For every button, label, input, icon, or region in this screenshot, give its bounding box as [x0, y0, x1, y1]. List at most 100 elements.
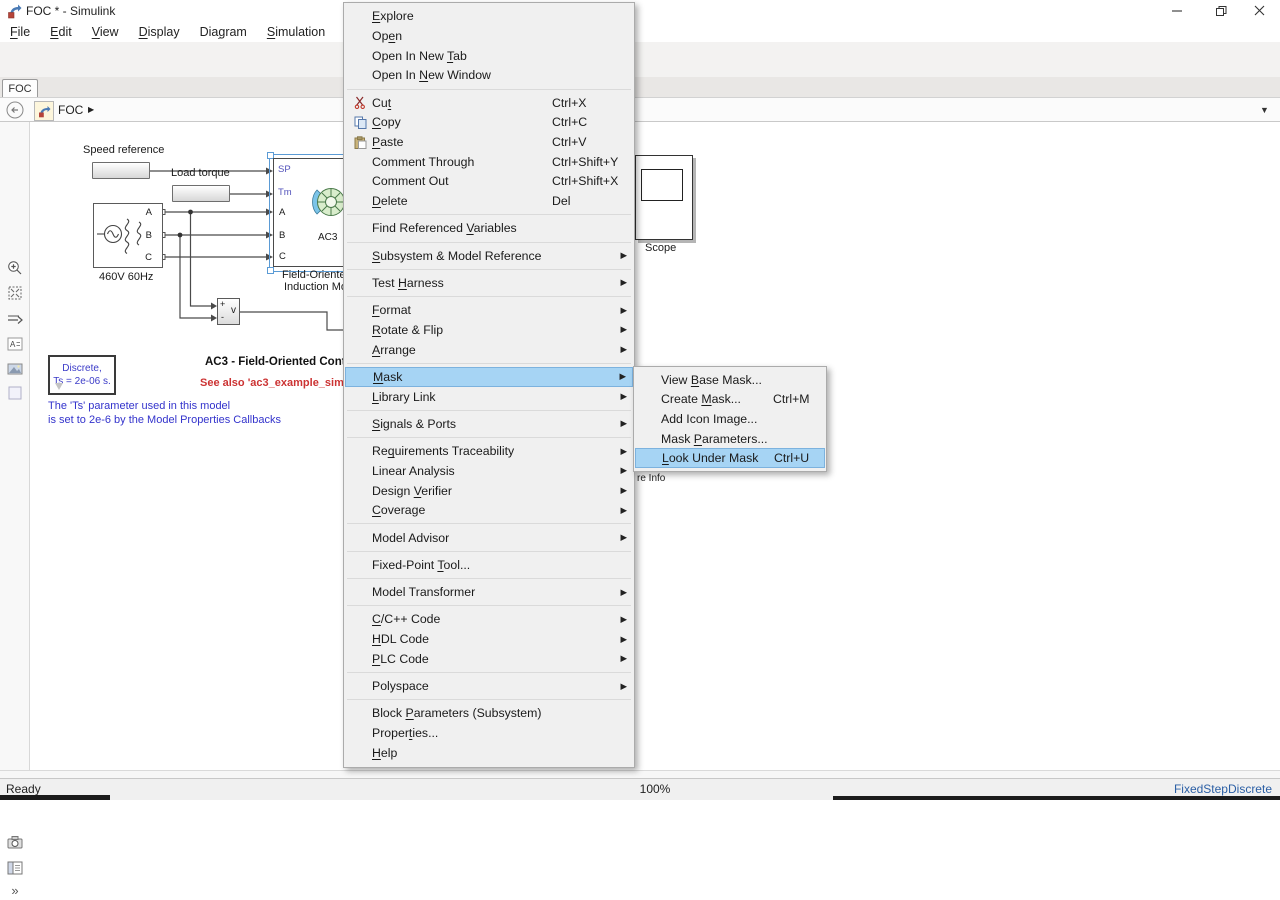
menu-item-copy[interactable]: CopyCtrl+C [345, 113, 633, 133]
submenu-arrow-icon: ▶ [615, 250, 627, 261]
taskbar-fragment [833, 796, 1280, 800]
menu-item-shortcut: Ctrl+M [773, 392, 810, 406]
menu-item-coverage[interactable]: Coverage▶ [345, 500, 633, 520]
screenshot-button[interactable] [5, 832, 25, 852]
tab-foc[interactable]: FOC [2, 79, 38, 98]
breadcrumb-model-name[interactable]: FOC [58, 103, 83, 117]
menu-item-subsystem-model-reference[interactable]: Subsystem & Model Reference▶ [345, 246, 633, 266]
menu-item-find-referenced-variables[interactable]: Find Referenced Variables [345, 219, 633, 239]
menu-item-explore[interactable]: Explore [345, 7, 633, 27]
menu-item-rotate-flip[interactable]: Rotate & Flip▶ [345, 320, 633, 340]
menu-item-linear-analysis[interactable]: Linear Analysis▶ [345, 461, 633, 481]
menu-item-create-mask[interactable]: Create Mask...Ctrl+M [635, 390, 825, 410]
menu-item-test-harness[interactable]: Test Harness▶ [345, 273, 633, 293]
menu-item-format[interactable]: Format▶ [345, 300, 633, 320]
minimize-button[interactable] [1160, 0, 1194, 21]
menu-item-arrange[interactable]: Arrange▶ [345, 340, 633, 360]
menubar-display[interactable]: Display [129, 23, 190, 41]
model-browser-icon [6, 859, 24, 877]
simulink-logo-icon [6, 3, 22, 19]
palette-sidebar: A » [0, 122, 30, 770]
speed-reference-block[interactable] [92, 162, 150, 179]
powergui-block[interactable]: Discrete, Ts = 2e-06 s. [48, 355, 116, 395]
status-solver[interactable]: FixedStepDiscrete [1174, 782, 1272, 796]
submenu-arrow-icon: ▶ [615, 653, 627, 664]
menu-item-label: Arrange [372, 343, 552, 357]
close-button[interactable] [1242, 0, 1276, 21]
voltage-measurement-block[interactable]: + - v [217, 298, 240, 325]
area-button[interactable] [5, 383, 25, 403]
menu-item-mask-parameters[interactable]: Mask Parameters... [635, 429, 825, 449]
annotation-button[interactable]: A [5, 334, 25, 354]
restore-button[interactable] [1204, 0, 1238, 21]
menubar-diagram[interactable]: Diagram [190, 23, 257, 41]
menu-item-c-c-code[interactable]: C/C++ Code▶ [345, 610, 633, 630]
menu-item-look-under-mask[interactable]: Look Under MaskCtrl+U [635, 448, 825, 468]
load-torque-block[interactable] [172, 185, 230, 202]
scope-label: Scope [645, 242, 676, 254]
three-phase-source-block[interactable]: A B C [93, 203, 163, 268]
menu-item-comment-out[interactable]: Comment OutCtrl+Shift+X [345, 172, 633, 192]
scope-block[interactable] [635, 155, 693, 240]
menu-separator [347, 296, 631, 297]
menubar-simulation[interactable]: Simulation [257, 23, 335, 41]
menu-separator [347, 437, 631, 438]
menu-item-library-link[interactable]: Library Link▶ [345, 387, 633, 407]
menu-item-polyspace[interactable]: Polyspace▶ [345, 676, 633, 696]
powergui-arrow-icon [54, 383, 64, 391]
load-torque-label: Load torque [171, 167, 230, 179]
menu-item-hdl-code[interactable]: HDL Code▶ [345, 629, 633, 649]
menu-item-label: Format [372, 303, 552, 317]
menu-item-plc-code[interactable]: PLC Code▶ [345, 649, 633, 669]
menu-item-block-parameters-subsystem[interactable]: Block Parameters (Subsystem) [345, 703, 633, 723]
menu-item-signals-ports[interactable]: Signals & Ports▶ [345, 414, 633, 434]
menu-item-model-transformer[interactable]: Model Transformer▶ [345, 582, 633, 602]
menu-item-delete[interactable]: DeleteDel [345, 191, 633, 211]
submenu-arrow-icon: ▶ [615, 505, 627, 516]
menu-item-requirements-traceability[interactable]: Requirements Traceability▶ [345, 441, 633, 461]
menu-item-label: Find Referenced Variables [372, 221, 552, 235]
menu-item-open[interactable]: Open [345, 26, 633, 46]
menu-item-properties[interactable]: Properties... [345, 723, 633, 743]
expand-chevrons-icon[interactable]: » [5, 880, 25, 900]
menu-item-open-in-new-tab[interactable]: Open In New Tab [345, 46, 633, 66]
menu-item-mask[interactable]: Mask▶ [345, 367, 633, 387]
menu-item-comment-through[interactable]: Comment ThroughCtrl+Shift+Y [345, 152, 633, 172]
zoom-button[interactable] [5, 258, 25, 278]
menu-item-open-in-new-window[interactable]: Open In New Window [345, 66, 633, 86]
context-menu: ExploreOpenOpen In New Tab Open In New Wi… [343, 2, 635, 768]
submenu-arrow-icon: ▶ [615, 634, 627, 645]
annotation-more-info: re Info [637, 473, 665, 484]
annotation-see-also[interactable]: See also 'ac3_example_simplifi [200, 377, 363, 389]
ac3-port-b: B [279, 230, 285, 241]
menu-item-label: Comment Out [372, 174, 552, 188]
model-browser-button[interactable] [5, 858, 25, 878]
menubar-view[interactable]: View [82, 23, 129, 41]
selection-handle[interactable] [267, 267, 274, 274]
breadcrumb-dropdown-icon[interactable]: ▼ [1260, 105, 1269, 115]
taskbar-fragment [0, 795, 110, 800]
menubar-file[interactable]: File [0, 23, 40, 41]
menu-item-help[interactable]: Help [345, 743, 633, 763]
menubar-edit[interactable]: Edit [40, 23, 82, 41]
menu-item-cut[interactable]: CutCtrl+X [345, 93, 633, 113]
menu-item-label: Linear Analysis [372, 464, 552, 478]
menu-item-design-verifier[interactable]: Design Verifier▶ [345, 481, 633, 501]
menu-item-add-icon-image[interactable]: Add Icon Image... [635, 409, 825, 429]
image-button[interactable] [5, 359, 25, 379]
fit-to-view-button[interactable] [5, 283, 25, 303]
vm-minus: - [221, 312, 224, 322]
menu-separator [347, 551, 631, 552]
menu-item-label: Paste [372, 135, 552, 149]
horizontal-scrollbar[interactable] [0, 770, 1280, 778]
menu-item-view-base-mask[interactable]: View Base Mask... [635, 370, 825, 390]
menu-item-paste[interactable]: PasteCtrl+V [345, 132, 633, 152]
menu-item-shortcut: Del [552, 194, 615, 208]
menu-bar: FileEditViewDisplayDiagramSimulationAnal… [0, 22, 1280, 42]
back-circle-icon [6, 101, 24, 119]
signal-arrow-button[interactable] [5, 309, 25, 329]
menu-item-label: Open In New Window [372, 68, 552, 82]
menu-item-fixed-point-tool[interactable]: Fixed-Point Tool... [345, 555, 633, 575]
menu-item-model-advisor[interactable]: Model Advisor▶ [345, 528, 633, 548]
breadcrumb-back-button[interactable] [6, 101, 24, 124]
